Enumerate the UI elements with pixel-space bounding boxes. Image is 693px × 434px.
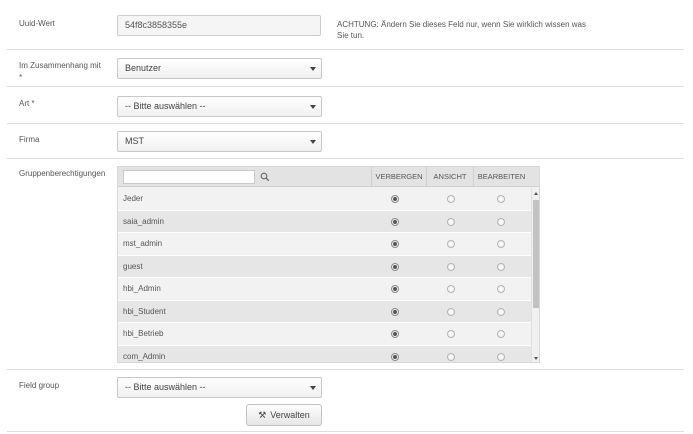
company-label: Firma	[19, 135, 40, 144]
view-radio[interactable]	[447, 240, 455, 248]
column-header-hide: VERBERGEN	[371, 167, 426, 187]
company-select-value: MST	[125, 136, 144, 146]
view-radio[interactable]	[447, 262, 455, 271]
edit-radio[interactable]	[497, 330, 505, 338]
group-name: mst_admin	[123, 239, 163, 248]
type-row: Art *	[7, 87, 684, 124]
table-row: hbi_Student	[118, 300, 531, 323]
hide-radio[interactable]	[391, 285, 399, 293]
context-label: Im Zusammenhang mit *	[19, 61, 101, 82]
edit-radio[interactable]	[497, 195, 505, 203]
field-group-row: Field group	[7, 370, 684, 432]
type-select-value: -- Bitte auswählen --	[125, 101, 206, 111]
group-name: hbi_Betrieb	[123, 329, 164, 338]
view-radio[interactable]	[447, 307, 455, 316]
tools-icon: ⚒	[258, 410, 267, 420]
edit-radio[interactable]	[497, 285, 505, 293]
chevron-down-icon	[310, 105, 316, 109]
permissions-table: VERBERGEN ANSICHT BEARBEITEN Jeder saia_…	[117, 166, 540, 363]
uuid-label: Uuid-Wert	[19, 19, 55, 28]
type-select[interactable]: -- Bitte auswählen --	[117, 96, 322, 117]
edit-radio[interactable]	[497, 217, 505, 226]
group-name: Jeder	[123, 194, 144, 203]
hide-radio[interactable]	[391, 307, 399, 316]
hide-radio[interactable]	[391, 217, 399, 226]
view-radio[interactable]	[447, 352, 455, 361]
permissions-header: VERBERGEN ANSICHT BEARBEITEN	[118, 167, 539, 187]
permissions-scrollbar[interactable]	[531, 188, 539, 362]
table-row: com_Admin	[118, 345, 531, 362]
search-icon[interactable]	[260, 172, 270, 182]
field-group-select[interactable]: -- Bitte auswählen --	[117, 377, 322, 398]
hide-radio[interactable]	[391, 195, 399, 203]
permissions-label: Gruppenberechtigungen	[19, 169, 106, 178]
type-label: Art *	[19, 99, 35, 108]
group-name: com_Admin	[123, 351, 166, 361]
scroll-down-arrow-icon[interactable]	[534, 357, 538, 360]
table-row: guest	[118, 255, 531, 278]
manage-button-label: Verwalten	[270, 410, 310, 420]
edit-radio[interactable]	[497, 240, 505, 248]
uuid-warning: ACHTUNG: Ändern Sie dieses Feld nur, wen…	[337, 20, 586, 40]
hide-radio[interactable]	[391, 330, 399, 338]
company-select[interactable]: MST	[117, 131, 322, 152]
scroll-up-arrow-icon[interactable]	[534, 192, 538, 195]
column-header-edit: BEARBEITEN	[473, 167, 529, 187]
scrollbar-thumb[interactable]	[533, 200, 539, 308]
hide-radio[interactable]	[391, 352, 399, 361]
field-group-select-value: -- Bitte auswählen --	[125, 382, 206, 392]
view-radio[interactable]	[447, 217, 455, 226]
chevron-down-icon	[310, 67, 316, 71]
group-name: guest	[123, 261, 143, 271]
view-radio[interactable]	[447, 330, 455, 338]
edit-radio[interactable]	[497, 352, 505, 361]
permissions-search-input[interactable]	[123, 170, 255, 184]
hide-radio[interactable]	[391, 262, 399, 271]
table-row: hbi_Admin	[118, 278, 531, 301]
uuid-field[interactable]: 54f8c3858355e	[117, 15, 321, 36]
group-name: saia_admin	[123, 216, 164, 226]
table-row: hbi_Betrieb	[118, 323, 531, 346]
table-row: Jeder	[118, 188, 531, 211]
view-radio[interactable]	[447, 285, 455, 293]
view-radio[interactable]	[447, 195, 455, 203]
edit-radio[interactable]	[497, 307, 505, 316]
group-name: hbi_Admin	[123, 284, 161, 293]
edit-radio[interactable]	[497, 262, 505, 271]
permissions-list: Jeder saia_admin mst_admin guest hbi_Adm…	[118, 188, 531, 362]
chevron-down-icon	[310, 386, 316, 390]
context-select[interactable]: Benutzer	[117, 58, 322, 79]
column-header-view: ANSICHT	[426, 167, 473, 187]
hide-radio[interactable]	[391, 240, 399, 248]
field-group-label: Field group	[19, 381, 60, 390]
chevron-down-icon	[310, 140, 316, 144]
manage-button[interactable]: ⚒ Verwalten	[246, 404, 322, 426]
table-row: saia_admin	[118, 210, 531, 233]
context-row: Im Zusammenhang mit *	[7, 50, 684, 87]
context-select-value: Benutzer	[125, 63, 162, 73]
table-row: mst_admin	[118, 233, 531, 256]
company-row: Firma	[7, 124, 684, 159]
group-name: hbi_Student	[123, 306, 166, 316]
